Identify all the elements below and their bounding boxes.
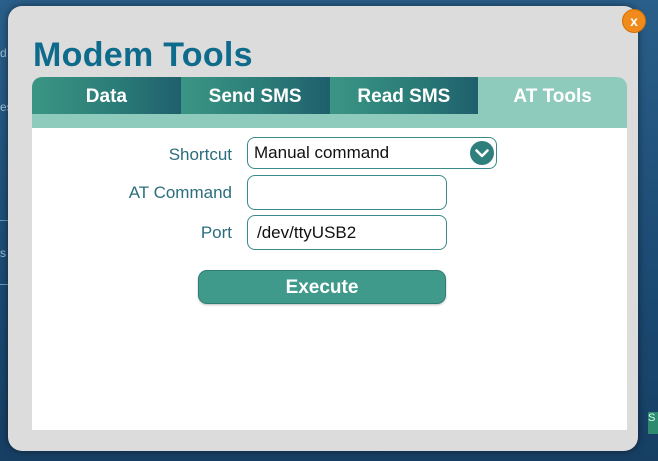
background-button-text: S bbox=[648, 412, 656, 424]
close-icon: x bbox=[630, 13, 638, 29]
tab-data[interactable]: Data bbox=[32, 77, 181, 114]
tab-at-tools[interactable]: AT Tools bbox=[478, 77, 627, 114]
shortcut-select[interactable]: Manual command bbox=[247, 137, 497, 169]
modem-tools-dialog: x Modem Tools Data Send SMS Read SMS AT … bbox=[8, 6, 646, 451]
shortcut-selected-value: Manual command bbox=[254, 143, 390, 162]
execute-button[interactable]: Execute bbox=[198, 270, 446, 304]
port-label: Port bbox=[200, 223, 232, 242]
at-command-input[interactable] bbox=[247, 175, 447, 210]
port-input[interactable] bbox=[247, 215, 447, 250]
background-divider bbox=[0, 220, 8, 221]
chevron-down-icon bbox=[470, 141, 494, 165]
background-button-edge: S bbox=[648, 412, 658, 434]
active-tab-bar bbox=[32, 114, 627, 128]
shortcut-row: Shortcut Manual command bbox=[32, 137, 627, 171]
tab-send-sms[interactable]: Send SMS bbox=[180, 77, 330, 114]
shortcut-label: Shortcut bbox=[168, 145, 232, 164]
at-command-row: AT Command bbox=[32, 175, 627, 210]
background-divider bbox=[0, 284, 8, 285]
port-row: Port bbox=[32, 215, 627, 250]
background-text-3: s bbox=[0, 246, 6, 260]
dialog-title: Modem Tools bbox=[33, 36, 253, 74]
tab-read-sms[interactable]: Read SMS bbox=[329, 77, 479, 114]
at-tools-panel: Shortcut Manual command AT Command Port … bbox=[32, 128, 627, 430]
tab-bar: Data Send SMS Read SMS AT Tools bbox=[32, 77, 627, 114]
close-button[interactable]: x bbox=[622, 9, 646, 33]
at-command-label: AT Command bbox=[128, 183, 232, 202]
background-text-1: d bbox=[0, 46, 7, 60]
